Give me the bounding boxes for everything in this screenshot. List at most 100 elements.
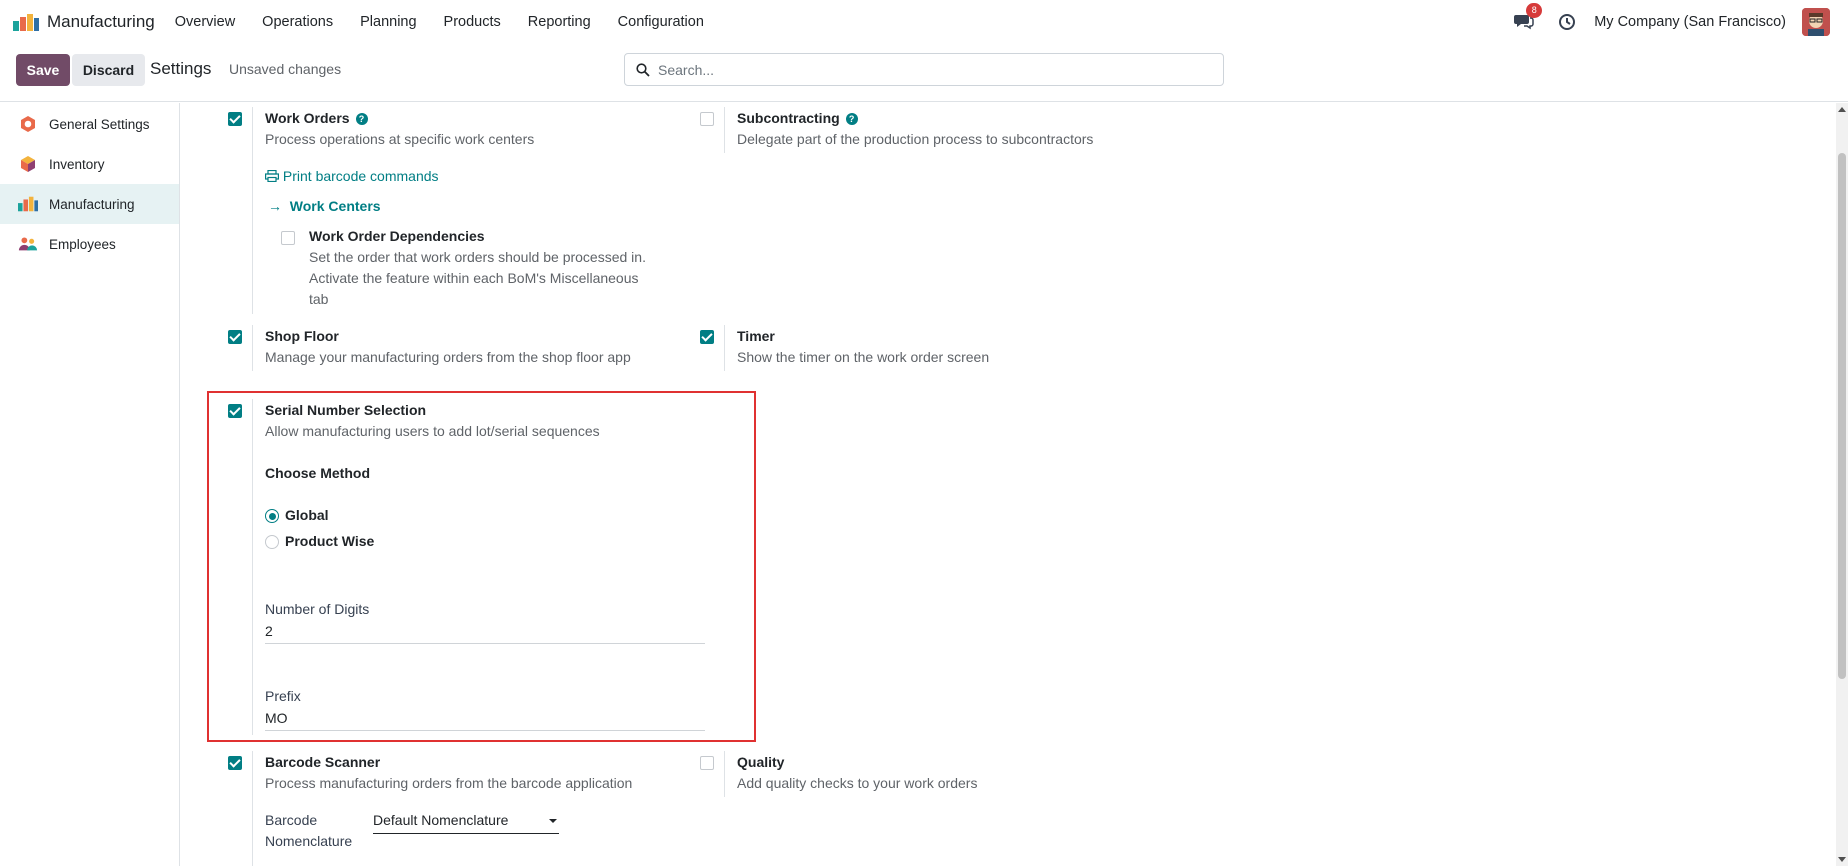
divider	[252, 325, 253, 371]
dependencies-desc-line: tab	[309, 291, 329, 307]
serial-number-desc: Allow manufacturing users to add lot/ser…	[265, 423, 600, 439]
serial-number-title: Serial Number Selection	[265, 402, 427, 418]
work-centers-link[interactable]: → Work Centers	[268, 198, 381, 214]
quality-title: Quality	[737, 754, 785, 770]
work-order-dependencies-checkbox[interactable]	[281, 231, 295, 245]
avatar-icon	[1802, 8, 1830, 36]
content-scrollbar[interactable]	[1836, 103, 1848, 866]
barcode-nomenclature-value: Default Nomenclature	[373, 812, 509, 828]
menu-reporting[interactable]: Reporting	[528, 14, 591, 30]
arrow-right-icon: →	[268, 198, 282, 214]
dependencies-desc-line: Set the order that work orders should be…	[309, 249, 646, 265]
general-settings-icon	[18, 114, 38, 134]
sidebar-item-general-settings[interactable]: General Settings	[0, 104, 179, 144]
sidebar-item-manufacturing[interactable]: Manufacturing	[0, 184, 179, 224]
clock-icon	[1559, 14, 1576, 30]
divider	[724, 107, 725, 153]
subcontracting-title-text: Subcontracting	[737, 110, 840, 126]
company-switcher[interactable]: My Company (San Francisco)	[1594, 14, 1786, 30]
quality-checkbox[interactable]	[700, 756, 714, 770]
navbar-systray: 8 My Company (San Francisco)	[1514, 0, 1830, 44]
work-orders-checkbox[interactable]	[228, 112, 242, 126]
user-avatar[interactable]	[1802, 8, 1830, 36]
barcode-nomenclature-select[interactable]: Default Nomenclature	[373, 812, 559, 834]
dependencies-title: Work Order Dependencies	[309, 228, 485, 244]
scroll-up-arrow[interactable]	[1838, 107, 1846, 112]
shop-floor-title: Shop Floor	[265, 328, 339, 344]
prefix-input[interactable]	[265, 709, 705, 731]
settings-sidebar: General Settings Inventory Manufacturing	[0, 103, 180, 866]
help-icon[interactable]: ?	[845, 113, 858, 125]
global-radio[interactable]	[265, 509, 279, 523]
app-name: Manufacturing	[47, 12, 155, 31]
shop-floor-checkbox[interactable]	[228, 330, 242, 344]
prefix-label: Prefix	[265, 688, 301, 704]
menu-planning[interactable]: Planning	[360, 14, 416, 30]
printer-icon	[265, 169, 280, 183]
timer-checkbox[interactable]	[700, 330, 714, 344]
top-navbar: Manufacturing Overview Operations Planni…	[0, 0, 1848, 44]
control-panel: Save Discard Settings Unsaved changes	[0, 44, 1848, 102]
timer-title: Timer	[737, 328, 775, 344]
work-centers-label: Work Centers	[289, 198, 381, 214]
search-input[interactable]	[658, 61, 1198, 78]
divider	[252, 751, 253, 866]
menu-configuration[interactable]: Configuration	[618, 14, 704, 30]
menu-overview[interactable]: Overview	[175, 14, 235, 30]
number-of-digits-input[interactable]	[265, 622, 705, 644]
subcontracting-desc: Delegate part of the production process …	[737, 131, 1094, 147]
scroll-thumb[interactable]	[1838, 153, 1846, 679]
barcode-scanner-desc: Process manufacturing orders from the ba…	[265, 775, 633, 791]
sidebar-item-label: Employees	[49, 236, 116, 252]
barcode-nomenclature-label-line2: Nomenclature	[265, 833, 353, 849]
search-box	[624, 53, 1224, 86]
chevron-down-icon	[549, 819, 557, 823]
employees-icon	[18, 234, 38, 254]
messaging-button[interactable]: 8	[1514, 3, 1543, 32]
shop-floor-desc: Manage your manufacturing orders from th…	[265, 349, 631, 365]
sidebar-item-label: Inventory	[49, 156, 105, 172]
sidebar-item-employees[interactable]: Employees	[0, 224, 179, 264]
divider	[724, 751, 725, 797]
work-orders-desc: Process operations at specific work cent…	[265, 131, 535, 147]
barcode-nomenclature-label-line1: Barcode	[265, 812, 318, 828]
activity-button[interactable]	[1558, 13, 1576, 31]
sidebar-item-label: General Settings	[49, 116, 150, 132]
sidebar-item-inventory[interactable]: Inventory	[0, 144, 179, 184]
save-button[interactable]: Save	[16, 54, 70, 86]
subcontracting-checkbox[interactable]	[700, 112, 714, 126]
help-icon[interactable]: ?	[355, 113, 368, 125]
inventory-icon	[18, 154, 38, 174]
unsaved-status: Unsaved changes	[229, 61, 342, 77]
divider	[724, 325, 725, 371]
page-title: Settings	[150, 59, 212, 78]
dependencies-desc-line: Activate the feature within each BoM's M…	[309, 270, 639, 286]
menu-operations[interactable]: Operations	[262, 14, 333, 30]
product-wise-radio-label[interactable]: Product Wise	[285, 533, 374, 549]
product-wise-radio[interactable]	[265, 535, 279, 549]
app-brand[interactable]: Manufacturing	[13, 12, 155, 32]
quality-desc: Add quality checks to your work orders	[737, 775, 978, 791]
serial-number-checkbox[interactable]	[228, 404, 242, 418]
print-barcode-link[interactable]: Print barcode commands	[265, 168, 439, 184]
divider	[252, 399, 253, 735]
search-icon	[636, 62, 650, 77]
discard-button[interactable]: Discard	[72, 54, 145, 86]
settings-content: Work Orders? Process operations at speci…	[181, 103, 1836, 866]
barcode-scanner-checkbox[interactable]	[228, 756, 242, 770]
work-orders-title-text: Work Orders	[265, 110, 350, 126]
global-radio-label[interactable]: Global	[285, 507, 329, 523]
print-barcode-label: Print barcode commands	[282, 168, 439, 184]
divider	[252, 107, 253, 314]
subcontracting-title: Subcontracting?	[737, 110, 858, 126]
choose-method-label: Choose Method	[265, 465, 370, 481]
sidebar-item-label: Manufacturing	[49, 196, 135, 212]
scroll-down-arrow[interactable]	[1838, 857, 1846, 862]
number-of-digits-label: Number of Digits	[265, 601, 370, 617]
manufacturing-icon	[18, 194, 38, 214]
timer-desc: Show the timer on the work order screen	[737, 349, 990, 365]
menu-products[interactable]: Products	[444, 14, 501, 30]
manufacturing-app-icon	[13, 14, 39, 31]
main-menu: Overview Operations Planning Products Re…	[175, 14, 731, 30]
barcode-scanner-title: Barcode Scanner	[265, 754, 381, 770]
